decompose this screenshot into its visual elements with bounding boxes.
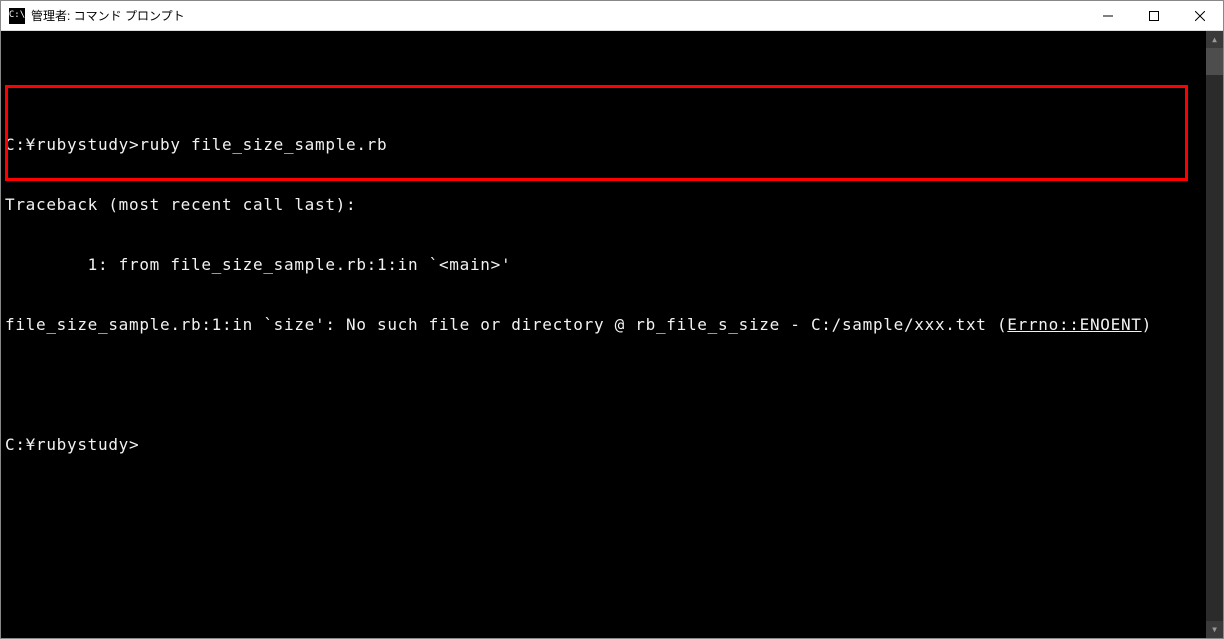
console-area: C:¥rubystudy>ruby file_size_sample.rb Tr… [1,31,1223,638]
command-prompt-window: C:\ 管理者: コマンド プロンプト C:¥rubystudy>ruby fi… [0,0,1224,639]
scrollbar-down-button[interactable]: ▼ [1206,621,1223,638]
minimize-icon [1103,11,1113,21]
error-class-name: Errno::ENOENT [1007,315,1141,334]
chevron-down-icon: ▼ [1212,625,1217,634]
highlight-annotation [5,85,1188,181]
error-text-pre: file_size_sample.rb:1:in `size': No such… [5,315,1007,334]
console-line-error: file_size_sample.rb:1:in `size': No such… [5,315,1202,335]
blank-line [5,75,1202,95]
scrollbar-thumb[interactable] [1206,48,1223,75]
maximize-icon [1149,11,1159,21]
cmd-icon: C:\ [9,8,25,24]
error-text-post: ) [1142,315,1152,334]
titlebar[interactable]: C:\ 管理者: コマンド プロンプト [1,1,1223,31]
blank-line [5,375,1202,395]
console-line-traceback: Traceback (most recent call last): [5,195,1202,215]
close-button[interactable] [1177,1,1223,31]
vertical-scrollbar[interactable]: ▲ ▼ [1206,31,1223,638]
close-icon [1195,11,1205,21]
window-controls [1085,1,1223,31]
console-line-command: C:¥rubystudy>ruby file_size_sample.rb [5,135,1202,155]
chevron-up-icon: ▲ [1212,35,1217,44]
scrollbar-up-button[interactable]: ▲ [1206,31,1223,48]
window-title: 管理者: コマンド プロンプト [31,7,1085,24]
console-line-traceback-from: 1: from file_size_sample.rb:1:in `<main>… [5,255,1202,275]
console-content[interactable]: C:¥rubystudy>ruby file_size_sample.rb Tr… [1,31,1206,638]
minimize-button[interactable] [1085,1,1131,31]
console-line-prompt: C:¥rubystudy> [5,435,1202,455]
maximize-button[interactable] [1131,1,1177,31]
